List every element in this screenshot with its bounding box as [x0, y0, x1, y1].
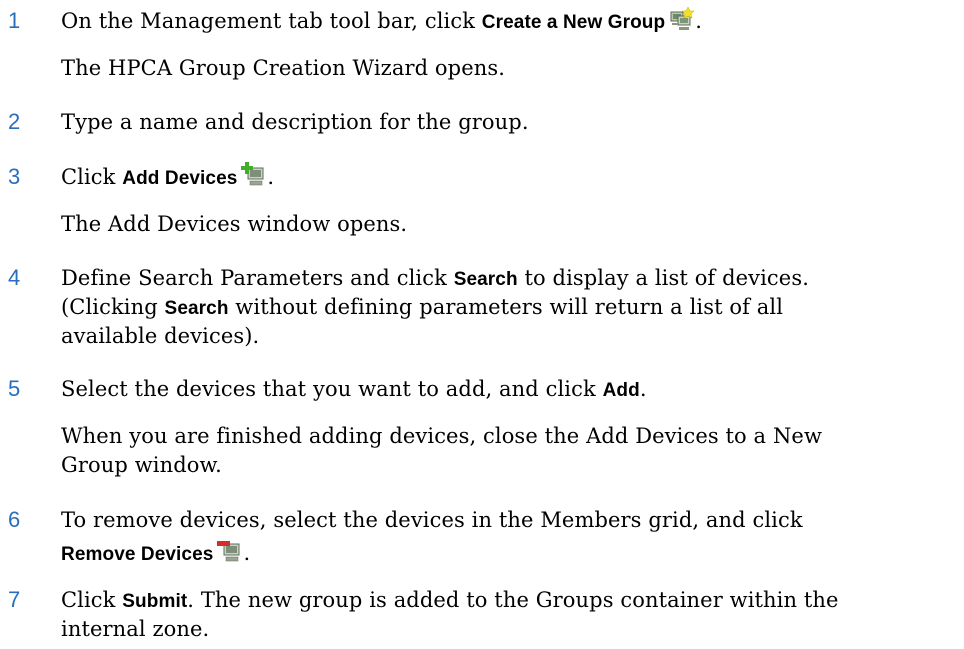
- step-text: Click Add Devices .: [61, 161, 274, 195]
- step-text-part: without defining parameters will return …: [228, 295, 784, 319]
- ui-label-create-group: Create a New Group: [481, 12, 666, 33]
- step-text: Type a name and description for the grou…: [61, 110, 529, 134]
- step-text: Select the devices that you want to add,…: [61, 373, 647, 407]
- step-text-part: .: [639, 377, 647, 401]
- ui-label-submit: Submit: [122, 591, 188, 612]
- add-devices-icon: [241, 162, 267, 188]
- step-text-part: Click: [61, 165, 123, 189]
- step-number: 1: [8, 8, 21, 33]
- create-group-icon: [669, 6, 695, 32]
- step-text-part: Click: [61, 588, 123, 612]
- step-text-line-2: internal zone.: [61, 617, 210, 641]
- step-note-line-1: When you are finished adding devices, cl…: [61, 424, 823, 448]
- step-text-part: .: [267, 165, 275, 189]
- step-text-part: Define Search Parameters and click: [61, 266, 454, 290]
- step-note: The HPCA Group Creation Wizard opens.: [61, 56, 506, 80]
- step-text-part: (Clicking: [61, 295, 165, 319]
- ui-label-add-devices: Add Devices: [122, 168, 238, 189]
- step-text-part: .: [243, 541, 251, 565]
- step-text-part: Select the devices that you want to add,…: [61, 377, 603, 401]
- step-number: 2: [8, 109, 21, 134]
- step-note-line-2: Group window.: [61, 453, 222, 477]
- step-text-line-2: Remove Devices .: [61, 537, 250, 571]
- step-number: 3: [8, 164, 21, 189]
- step-text-part: to display a list of devices.: [517, 266, 809, 290]
- ui-label-add: Add: [602, 380, 640, 401]
- ui-label-search: Search: [164, 298, 229, 319]
- step-text-part: On the Management tab tool bar, click: [61, 9, 482, 33]
- step-number: 6: [8, 507, 21, 532]
- remove-devices-icon: [217, 538, 243, 564]
- step-number: 5: [8, 376, 21, 401]
- step-text-part: . The new group is added to the Groups c…: [187, 588, 839, 612]
- ui-label-search: Search: [453, 269, 518, 290]
- procedure-document: 1 On the Management tab tool bar, click …: [0, 0, 964, 649]
- step-number: 4: [8, 265, 21, 290]
- step-text: On the Management tab tool bar, click Cr…: [61, 5, 702, 39]
- step-note: The Add Devices window opens.: [61, 212, 408, 236]
- step-text-line-1: To remove devices, select the devices in…: [61, 508, 803, 532]
- step-text-part: .: [695, 9, 702, 33]
- step-number: 7: [8, 587, 21, 612]
- step-text-line-3: available devices).: [61, 324, 260, 348]
- ui-label-remove-devices: Remove Devices: [61, 544, 214, 565]
